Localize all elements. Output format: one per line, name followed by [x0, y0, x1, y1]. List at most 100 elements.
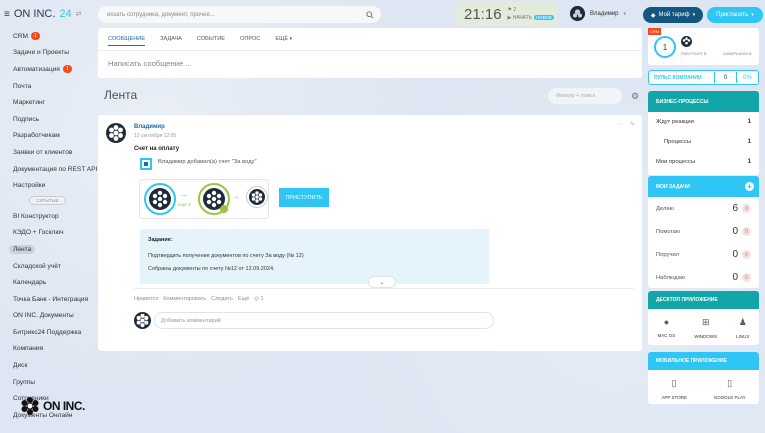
profile-card: CRM 1 РАБОТАЮТ 0 ЗАВЕРШИЛИ 0 — [648, 28, 759, 65]
hidden-section-divider[interactable]: СКРЫТЫЕ — [0, 194, 95, 208]
sidebar-item[interactable]: Складской учёт — [0, 258, 95, 275]
company-logo: ON INC. — [20, 396, 85, 416]
add-task-icon[interactable]: + — [745, 182, 754, 191]
sidebar-item[interactable]: Разработчикам — [0, 128, 95, 145]
post-author[interactable]: Владимир — [134, 124, 165, 130]
finished-text: ЗАВЕРШИЛИ — [723, 51, 749, 56]
filter-search-input[interactable]: Фильтр + поиск — [548, 88, 622, 104]
search-input[interactable]: искать сотрудника, документ, прочее... — [98, 6, 381, 23]
work-time-widget[interactable]: 21:16 ⚑ 2 ▶ НАЧАТЬ НОВОЕ — [455, 2, 558, 26]
sidebar-item[interactable]: Точка Банк - Интеграция — [0, 291, 95, 308]
menu-icon[interactable]: ≡ — [4, 9, 10, 20]
more-icon[interactable]: ··· — [616, 121, 623, 128]
swap-icon[interactable]: ⇄ — [76, 10, 82, 18]
sidebar-item[interactable]: КЭДО + Госключ — [0, 225, 95, 242]
phone-icon: ▯ — [671, 378, 677, 388]
sidebar-item[interactable]: CRM 1 — [0, 28, 95, 45]
tasks-header: МОИ ЗАДАЧИ + — [648, 176, 759, 197]
task-row[interactable]: Поручил 0 0 — [648, 243, 759, 266]
sidebar-item[interactable]: Документация по REST API — [0, 161, 97, 178]
like-button[interactable]: Нравится — [134, 296, 158, 302]
download-windows[interactable]: ⊞ WINDOWS — [694, 317, 717, 339]
expand-button[interactable]: ⌄ — [368, 276, 396, 288]
sidebar-item[interactable]: Автоматизация 1 — [0, 61, 95, 78]
sidebar-item-label: Автоматизация — [13, 65, 60, 73]
invite-button[interactable]: Пригласить ▾ — [707, 7, 763, 23]
comment-button[interactable]: Комментировать — [163, 296, 206, 302]
sidebar-item[interactable]: Группы — [0, 374, 95, 391]
assignee-avatar — [246, 186, 268, 208]
bp-row[interactable]: Ждут реакции 1 — [648, 112, 759, 132]
tab-event[interactable]: СОБЫТИЕ — [197, 36, 225, 46]
download-appstore[interactable]: ▯ APP STORE — [661, 378, 687, 400]
sidebar-item[interactable]: Заявки от клиентов — [0, 144, 95, 161]
post-date[interactable]: 12 сентября 12:05 — [134, 133, 176, 139]
task-count: 0 — [732, 272, 738, 283]
message-input[interactable]: Написать сообщение ... — [108, 59, 192, 68]
googleplay-label: GOOGLE PLAY — [713, 395, 746, 400]
tariff-button[interactable]: ◆ Мой тариф ▾ — [643, 7, 703, 23]
bp-row[interactable]: Процессы 1 — [648, 132, 759, 152]
download-googleplay[interactable]: ▯ GOOGLE PLAY — [714, 378, 746, 400]
clock-side: ⚑ 2 ▶ НАЧАТЬ НОВОЕ — [508, 7, 555, 21]
sidebar-item[interactable]: Календарь — [0, 274, 95, 291]
task-row[interactable]: Помогаю 0 0 — [648, 220, 759, 243]
company-pulse[interactable]: ПУЛЬС КОМПАНИИ 0 0% — [648, 70, 759, 85]
app-logo[interactable]: ≡ ON INC. 24 ⇄ — [4, 8, 82, 20]
sidebar-item-label: Точка Банк - Интеграция — [13, 295, 89, 303]
sidebar-item[interactable]: Настройки — [0, 177, 95, 194]
task-count: 0 — [732, 249, 738, 260]
sidebar-item[interactable]: Подпись — [0, 111, 95, 128]
bp-row[interactable]: Мои процессы 1 — [648, 152, 759, 172]
user-menu[interactable]: Владимир ▾ — [570, 6, 626, 21]
sidebar-item[interactable]: ON INC. Документы — [0, 308, 95, 325]
sidebar-item[interactable]: Диск — [0, 357, 95, 374]
follow-button[interactable]: Следить — [211, 296, 233, 302]
sidebar-item[interactable]: Битрикс24 Поддержка — [0, 324, 95, 341]
avatar — [570, 6, 585, 21]
sidebar-item[interactable]: BI Конструктор — [0, 208, 95, 225]
download-macos[interactable]: ● MAC OS — [658, 317, 676, 339]
finished-value: 0 — [749, 51, 752, 56]
pin-icon[interactable]: ✎ — [630, 121, 635, 128]
sidebar-item[interactable]: Лента — [0, 241, 95, 258]
tab-message[interactable]: СООБЩЕНИЕ — [108, 36, 146, 46]
task-row[interactable]: Наблюдаю 0 0 — [648, 266, 759, 289]
sidebar-item-label: Битрикс24 Поддержка — [13, 328, 82, 336]
divider — [134, 288, 634, 289]
sidebar-item-label: Подпись — [13, 115, 40, 123]
notification-badge: 1 — [62, 65, 72, 74]
task-row[interactable]: Делаю 6 0 — [648, 197, 759, 220]
windows-icon: ⊞ — [701, 317, 710, 327]
author-avatar[interactable] — [106, 123, 126, 143]
sidebar-item-label: КЭДО + Госключ — [13, 229, 64, 237]
tab-more[interactable]: ЕЩЁ ▾ — [275, 36, 292, 46]
sidebar-item-label: Настройки — [13, 182, 46, 190]
sidebar-item[interactable]: Маркетинг — [0, 94, 95, 111]
profile-counter[interactable]: 1 — [654, 36, 676, 58]
arrow-right-icon: → — [232, 192, 240, 201]
sidebar-item[interactable]: Компания — [0, 341, 95, 358]
sidebar-nav: CRM 1 Задачи и Проекты Автоматизация 1 Почта М… — [0, 28, 97, 424]
feed-post: Владимир 12 сентября 12:05 ··· ✎ Счет на… — [98, 115, 642, 351]
bp-row-label: Процессы — [664, 139, 692, 145]
sidebar: ≡ ON INC. 24 ⇄ CRM 1 Задачи и Проекты Автом… — [0, 0, 97, 433]
clock-start[interactable]: ▶ НАЧАТЬ НОВОЕ — [508, 15, 555, 21]
working-text: РАБОТАЮТ — [681, 51, 703, 56]
tab-task[interactable]: ЗАДАЧА — [160, 36, 182, 46]
phone-icon: ▯ — [727, 378, 733, 388]
tab-poll[interactable]: ОПРОС — [240, 36, 260, 46]
search-icon[interactable] — [366, 10, 374, 19]
download-linux[interactable]: ♟ LINUX — [736, 317, 749, 339]
task-count: 0 — [732, 226, 738, 237]
sidebar-item[interactable]: Почта — [0, 78, 95, 95]
working-label: РАБОТАЮТ 0 — [681, 51, 706, 56]
task-counter-badge: 0 — [742, 204, 751, 213]
more-button[interactable]: Ещё — [238, 296, 249, 302]
sidebar-item[interactable]: Задачи и Проекты — [0, 45, 95, 62]
start-button[interactable]: ПРИСТУПИТЬ — [279, 188, 329, 207]
pulse-label: ПУЛЬС КОМПАНИИ — [654, 74, 702, 81]
gear-icon[interactable]: ⚙ — [631, 91, 639, 102]
task-counter-badge: 0 — [742, 273, 751, 282]
comment-input[interactable]: Добавить комментарий — [154, 312, 494, 329]
